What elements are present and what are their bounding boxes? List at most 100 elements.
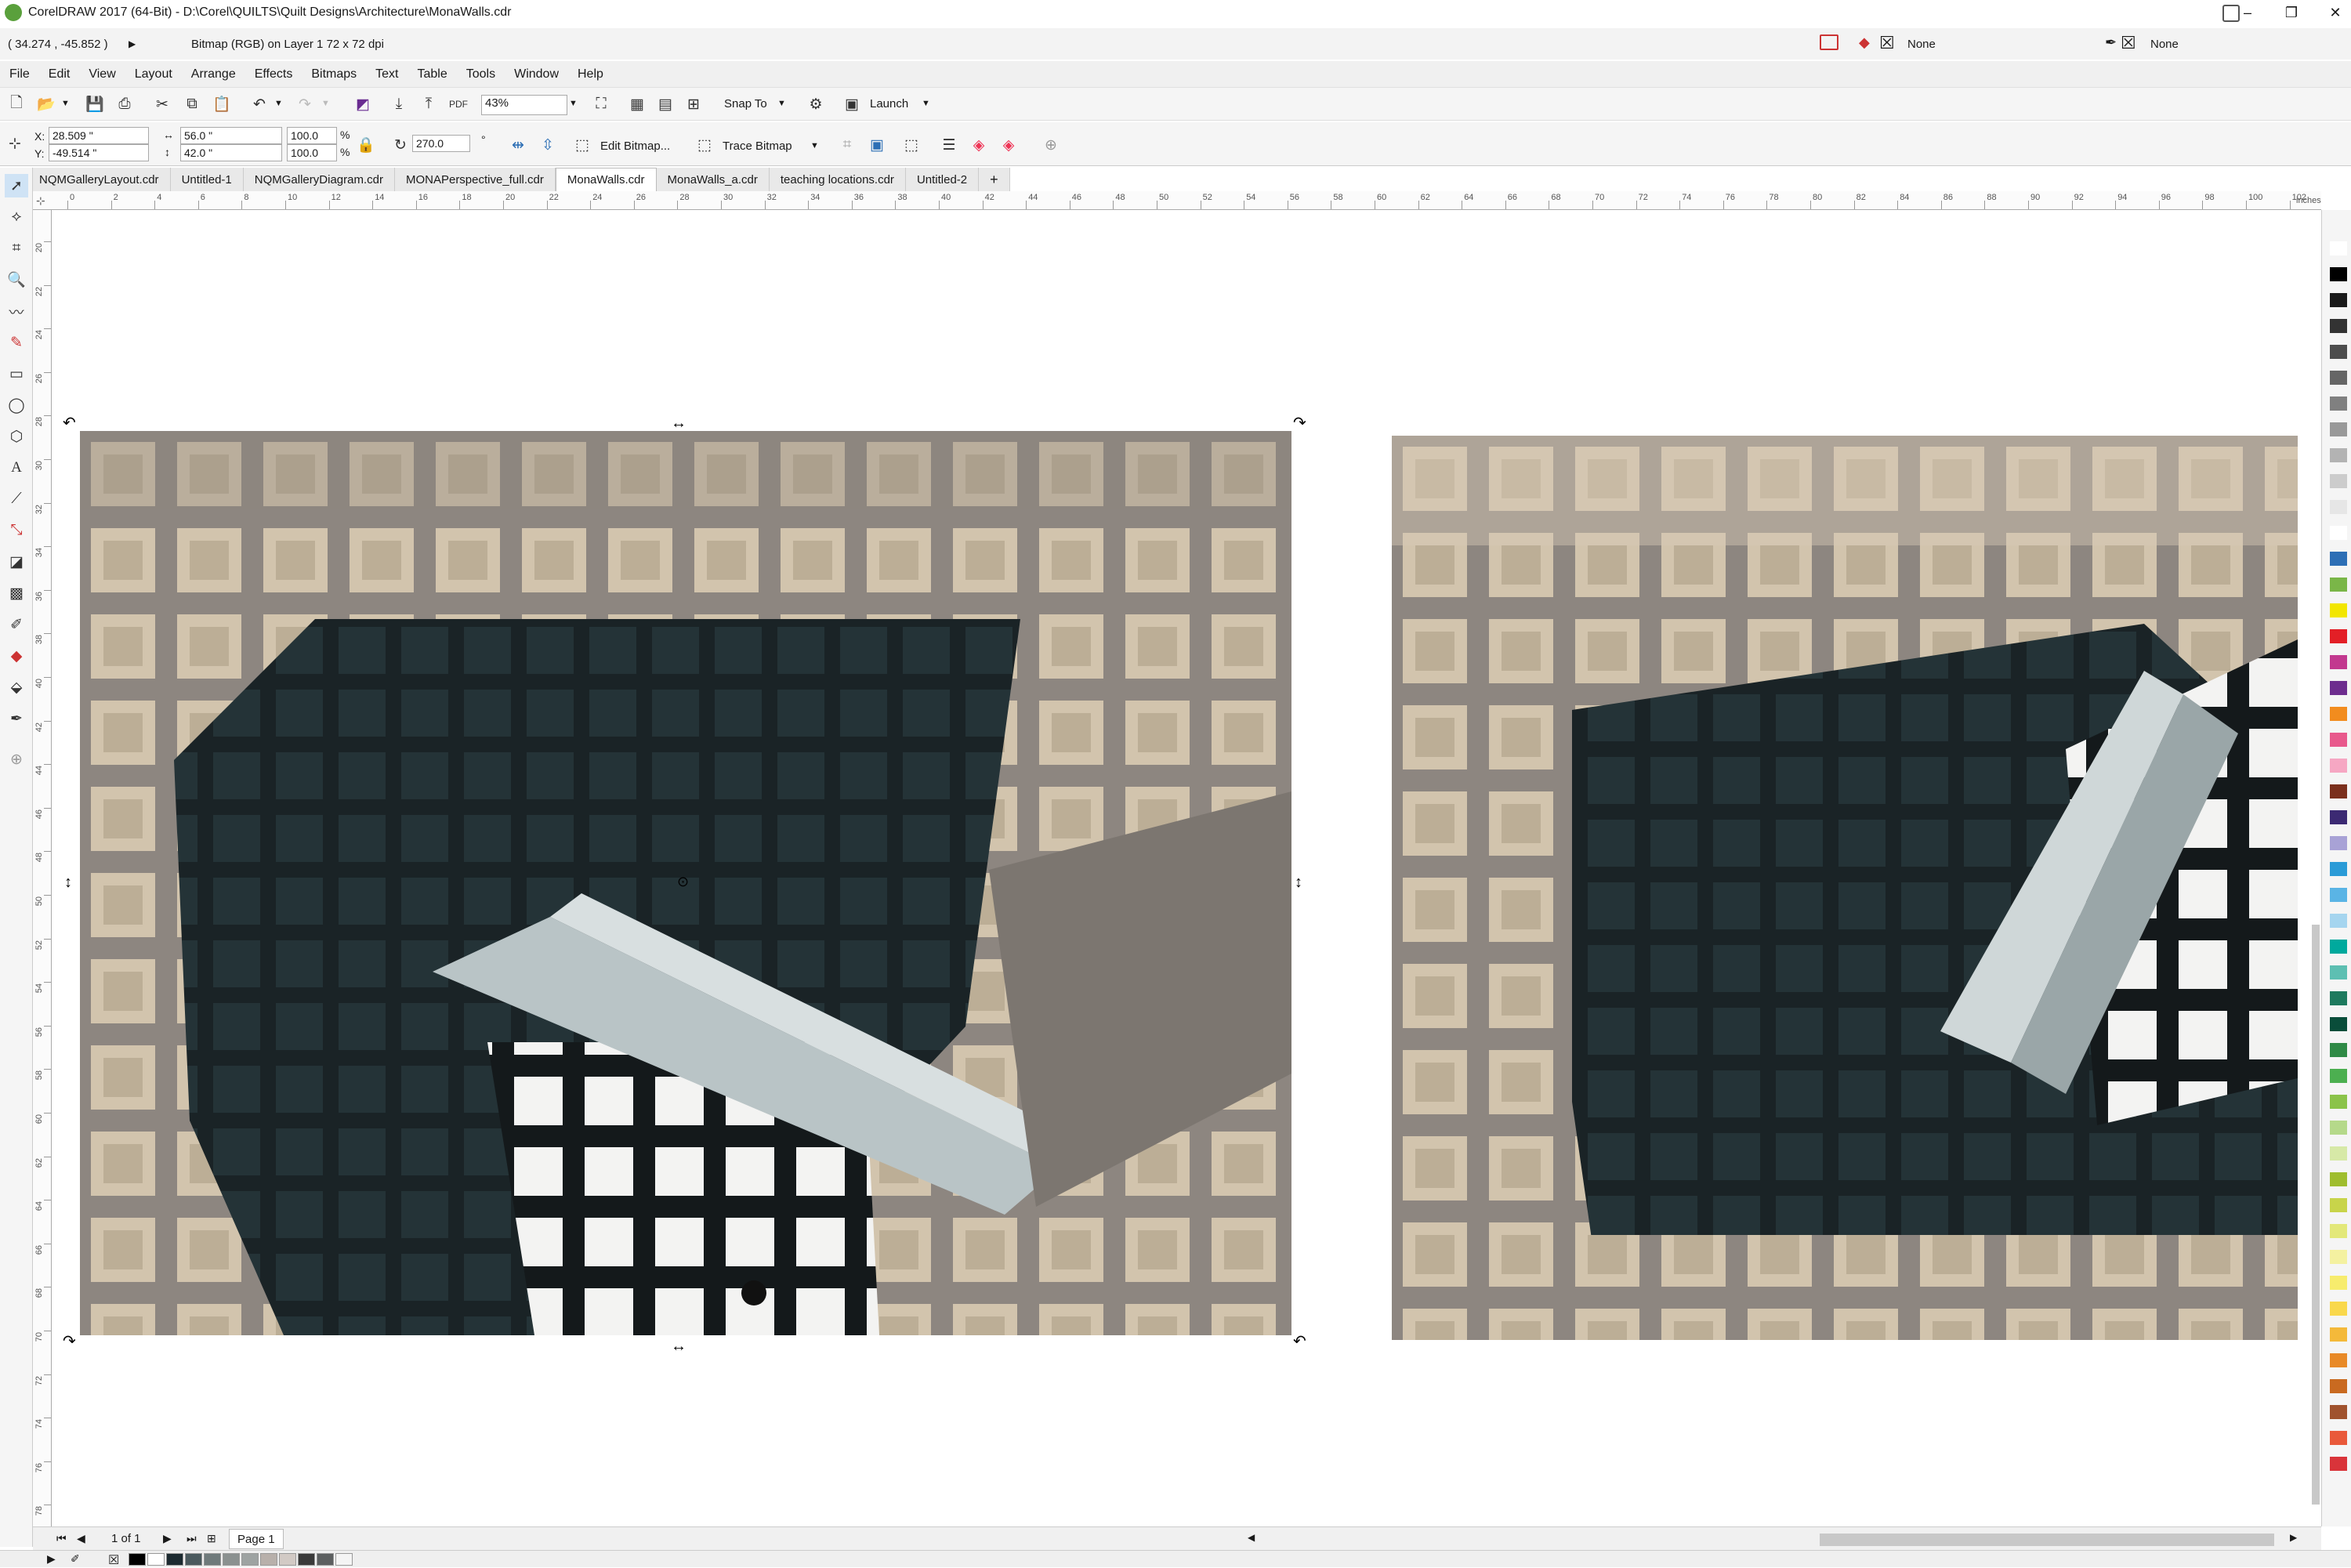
vertical-ruler[interactable]: 20 22 24 26 28 30 32 34 36 38 40 42 44 46 48 50 52 54 56 58… xyxy=(33,210,52,1526)
import-icon[interactable]: ⤓ xyxy=(387,92,411,116)
first-page-icon[interactable]: ⏮ xyxy=(56,1532,67,1545)
menu-tools[interactable]: Tools xyxy=(457,67,505,81)
tab-monawalls[interactable]: MonaWalls.cdr xyxy=(555,168,657,191)
menu-view[interactable]: View xyxy=(79,67,125,81)
edit-bitmap-button[interactable]: Edit Bitmap... xyxy=(600,139,670,153)
skew-handle-right-icon[interactable]: ↕ xyxy=(1295,875,1302,890)
interactive-fill-icon[interactable]: ◆ xyxy=(5,644,28,668)
snap-to-button[interactable]: Snap To xyxy=(724,97,767,110)
palette-swatch[interactable] xyxy=(2330,1250,2347,1264)
palette-swatch[interactable] xyxy=(2330,1276,2347,1290)
trace-bitmap-icon[interactable]: ⬚ xyxy=(693,133,716,157)
palette-swatch[interactable] xyxy=(2330,784,2347,798)
cut-icon[interactable]: ✂ xyxy=(150,92,174,116)
outline-status[interactable]: None xyxy=(2150,38,2179,51)
rotate-handle-tl-icon[interactable]: ↶ xyxy=(63,415,76,431)
mirror-vertical-icon[interactable]: ⇳ xyxy=(536,133,560,157)
palette-swatch[interactable] xyxy=(2330,552,2347,566)
height-field[interactable]: 42.0 " xyxy=(180,144,282,161)
bitmap-right[interactable] xyxy=(1392,436,2298,1340)
tab-nqmgallerydiagram[interactable]: NQMGalleryDiagram.cdr xyxy=(243,168,395,191)
y-position-field[interactable]: -49.514 " xyxy=(49,144,149,161)
palette-swatch[interactable] xyxy=(2330,1017,2347,1031)
palette-swatch[interactable] xyxy=(2330,319,2347,333)
launch-button[interactable]: Launch xyxy=(870,97,908,110)
add-page-icon[interactable]: ⊞ xyxy=(207,1532,216,1545)
tab-untitled-1[interactable]: Untitled-1 xyxy=(170,168,244,191)
rotate-handle-br-icon[interactable]: ↶ xyxy=(1293,1334,1306,1349)
fill-status[interactable]: None xyxy=(1907,38,1936,51)
palette-swatch[interactable] xyxy=(2330,733,2347,747)
tab-untitled-2[interactable]: Untitled-2 xyxy=(905,168,980,191)
palette-swatch[interactable] xyxy=(2330,836,2347,850)
skew-handle-bottom-icon[interactable]: ↔ xyxy=(671,1338,686,1354)
shape-tool-icon[interactable]: ⟡ xyxy=(5,205,28,229)
palette-swatch[interactable] xyxy=(2330,810,2347,824)
tab-nqmgallerylayout[interactable]: NQMGalleryLayout.cdr xyxy=(28,168,171,191)
palette-swatch[interactable] xyxy=(2330,1146,2347,1161)
drop-shadow-icon[interactable]: ◪ xyxy=(5,550,28,574)
menu-text[interactable]: Text xyxy=(366,67,408,81)
next-page-icon[interactable]: ▶ xyxy=(163,1532,172,1545)
palette-swatch[interactable] xyxy=(2330,655,2347,669)
no-color-swatch-icon[interactable]: ☒ xyxy=(108,1552,119,1568)
document-color-swatch[interactable] xyxy=(241,1553,259,1566)
palette-swatch[interactable] xyxy=(2330,1172,2347,1186)
width-field[interactable]: 56.0 " xyxy=(180,127,282,144)
palette-swatch[interactable] xyxy=(2330,603,2347,617)
palette-swatch[interactable] xyxy=(2330,759,2347,773)
redo-dropdown-icon[interactable]: ▼ xyxy=(321,99,330,108)
show-guidelines-icon[interactable]: ⊞ xyxy=(682,92,705,116)
menu-arrange[interactable]: Arrange xyxy=(182,67,245,81)
restore-button[interactable]: ❐ xyxy=(2269,0,2313,25)
palette-scroll-left-icon[interactable]: ▶ xyxy=(47,1552,56,1566)
palette-swatch[interactable] xyxy=(2330,914,2347,928)
polygon-tool-icon[interactable]: ⬡ xyxy=(5,425,28,448)
redo-icon[interactable]: ↷ xyxy=(293,92,317,116)
color-proof-icon[interactable] xyxy=(1820,34,1838,50)
search-content-icon[interactable]: ◩ xyxy=(351,92,375,116)
trace-dropdown-icon[interactable]: ▼ xyxy=(810,141,819,150)
add-tool-icon[interactable]: ⊕ xyxy=(5,748,28,771)
palette-swatch[interactable] xyxy=(2330,500,2347,514)
freehand-tool-icon[interactable]: 〰 xyxy=(5,299,28,323)
palette-swatch[interactable] xyxy=(2330,1302,2347,1316)
document-color-swatch[interactable] xyxy=(260,1553,277,1566)
color-mask-icon[interactable]: ◈ xyxy=(967,133,991,157)
menu-layout[interactable]: Layout xyxy=(125,67,182,81)
document-color-swatch[interactable] xyxy=(147,1553,165,1566)
outline-pen-icon[interactable]: ✒ xyxy=(5,707,28,730)
open-dropdown-icon[interactable]: ▼ xyxy=(61,99,70,108)
rotate-handle-bl-icon[interactable]: ↷ xyxy=(63,1334,76,1349)
scale-width-field[interactable]: 100.0 xyxy=(287,127,337,144)
menu-bitmaps[interactable]: Bitmaps xyxy=(302,67,366,81)
menu-effects[interactable]: Effects xyxy=(245,67,302,81)
palette-swatch[interactable] xyxy=(2330,474,2347,488)
palette-swatch[interactable] xyxy=(2330,371,2347,385)
eyedropper-palette-icon[interactable]: ✐ xyxy=(71,1552,80,1566)
palette-swatch[interactable] xyxy=(2330,397,2347,411)
paste-icon[interactable]: 📋 xyxy=(210,92,234,116)
lock-ratio-icon[interactable]: 🔒 xyxy=(354,133,378,157)
launch-dropdown-icon[interactable]: ▼ xyxy=(922,99,930,108)
pick-tool-icon[interactable]: ➚ xyxy=(5,174,28,197)
palette-swatch[interactable] xyxy=(2330,267,2347,281)
copy-icon[interactable]: ⧉ xyxy=(180,92,204,116)
menu-table[interactable]: Table xyxy=(408,67,456,81)
tab-monaperspective-full[interactable]: MONAPerspective_full.cdr xyxy=(394,168,556,191)
document-color-swatch[interactable] xyxy=(185,1553,202,1566)
tab-teaching-locations[interactable]: teaching locations.cdr xyxy=(769,168,906,191)
snap-to-dropdown-icon[interactable]: ▼ xyxy=(777,99,786,108)
document-color-swatch[interactable] xyxy=(279,1553,296,1566)
outline-pen-status-icon[interactable]: ✒ xyxy=(2105,34,2117,51)
palette-swatch[interactable] xyxy=(2330,526,2347,540)
rotation-field[interactable]: 270.0 xyxy=(412,135,470,152)
palette-swatch[interactable] xyxy=(2330,629,2347,643)
scale-height-field[interactable]: 100.0 xyxy=(287,144,337,161)
zoom-tool-icon[interactable]: 🔍 xyxy=(5,268,28,292)
full-screen-icon[interactable]: ⛶ xyxy=(589,92,613,116)
palette-swatch[interactable] xyxy=(2330,1353,2347,1367)
publish-pdf-icon[interactable]: PDF xyxy=(447,92,470,116)
bitmap-color-mode-icon[interactable]: ◈ xyxy=(997,133,1020,157)
palette-swatch[interactable] xyxy=(2330,345,2347,359)
